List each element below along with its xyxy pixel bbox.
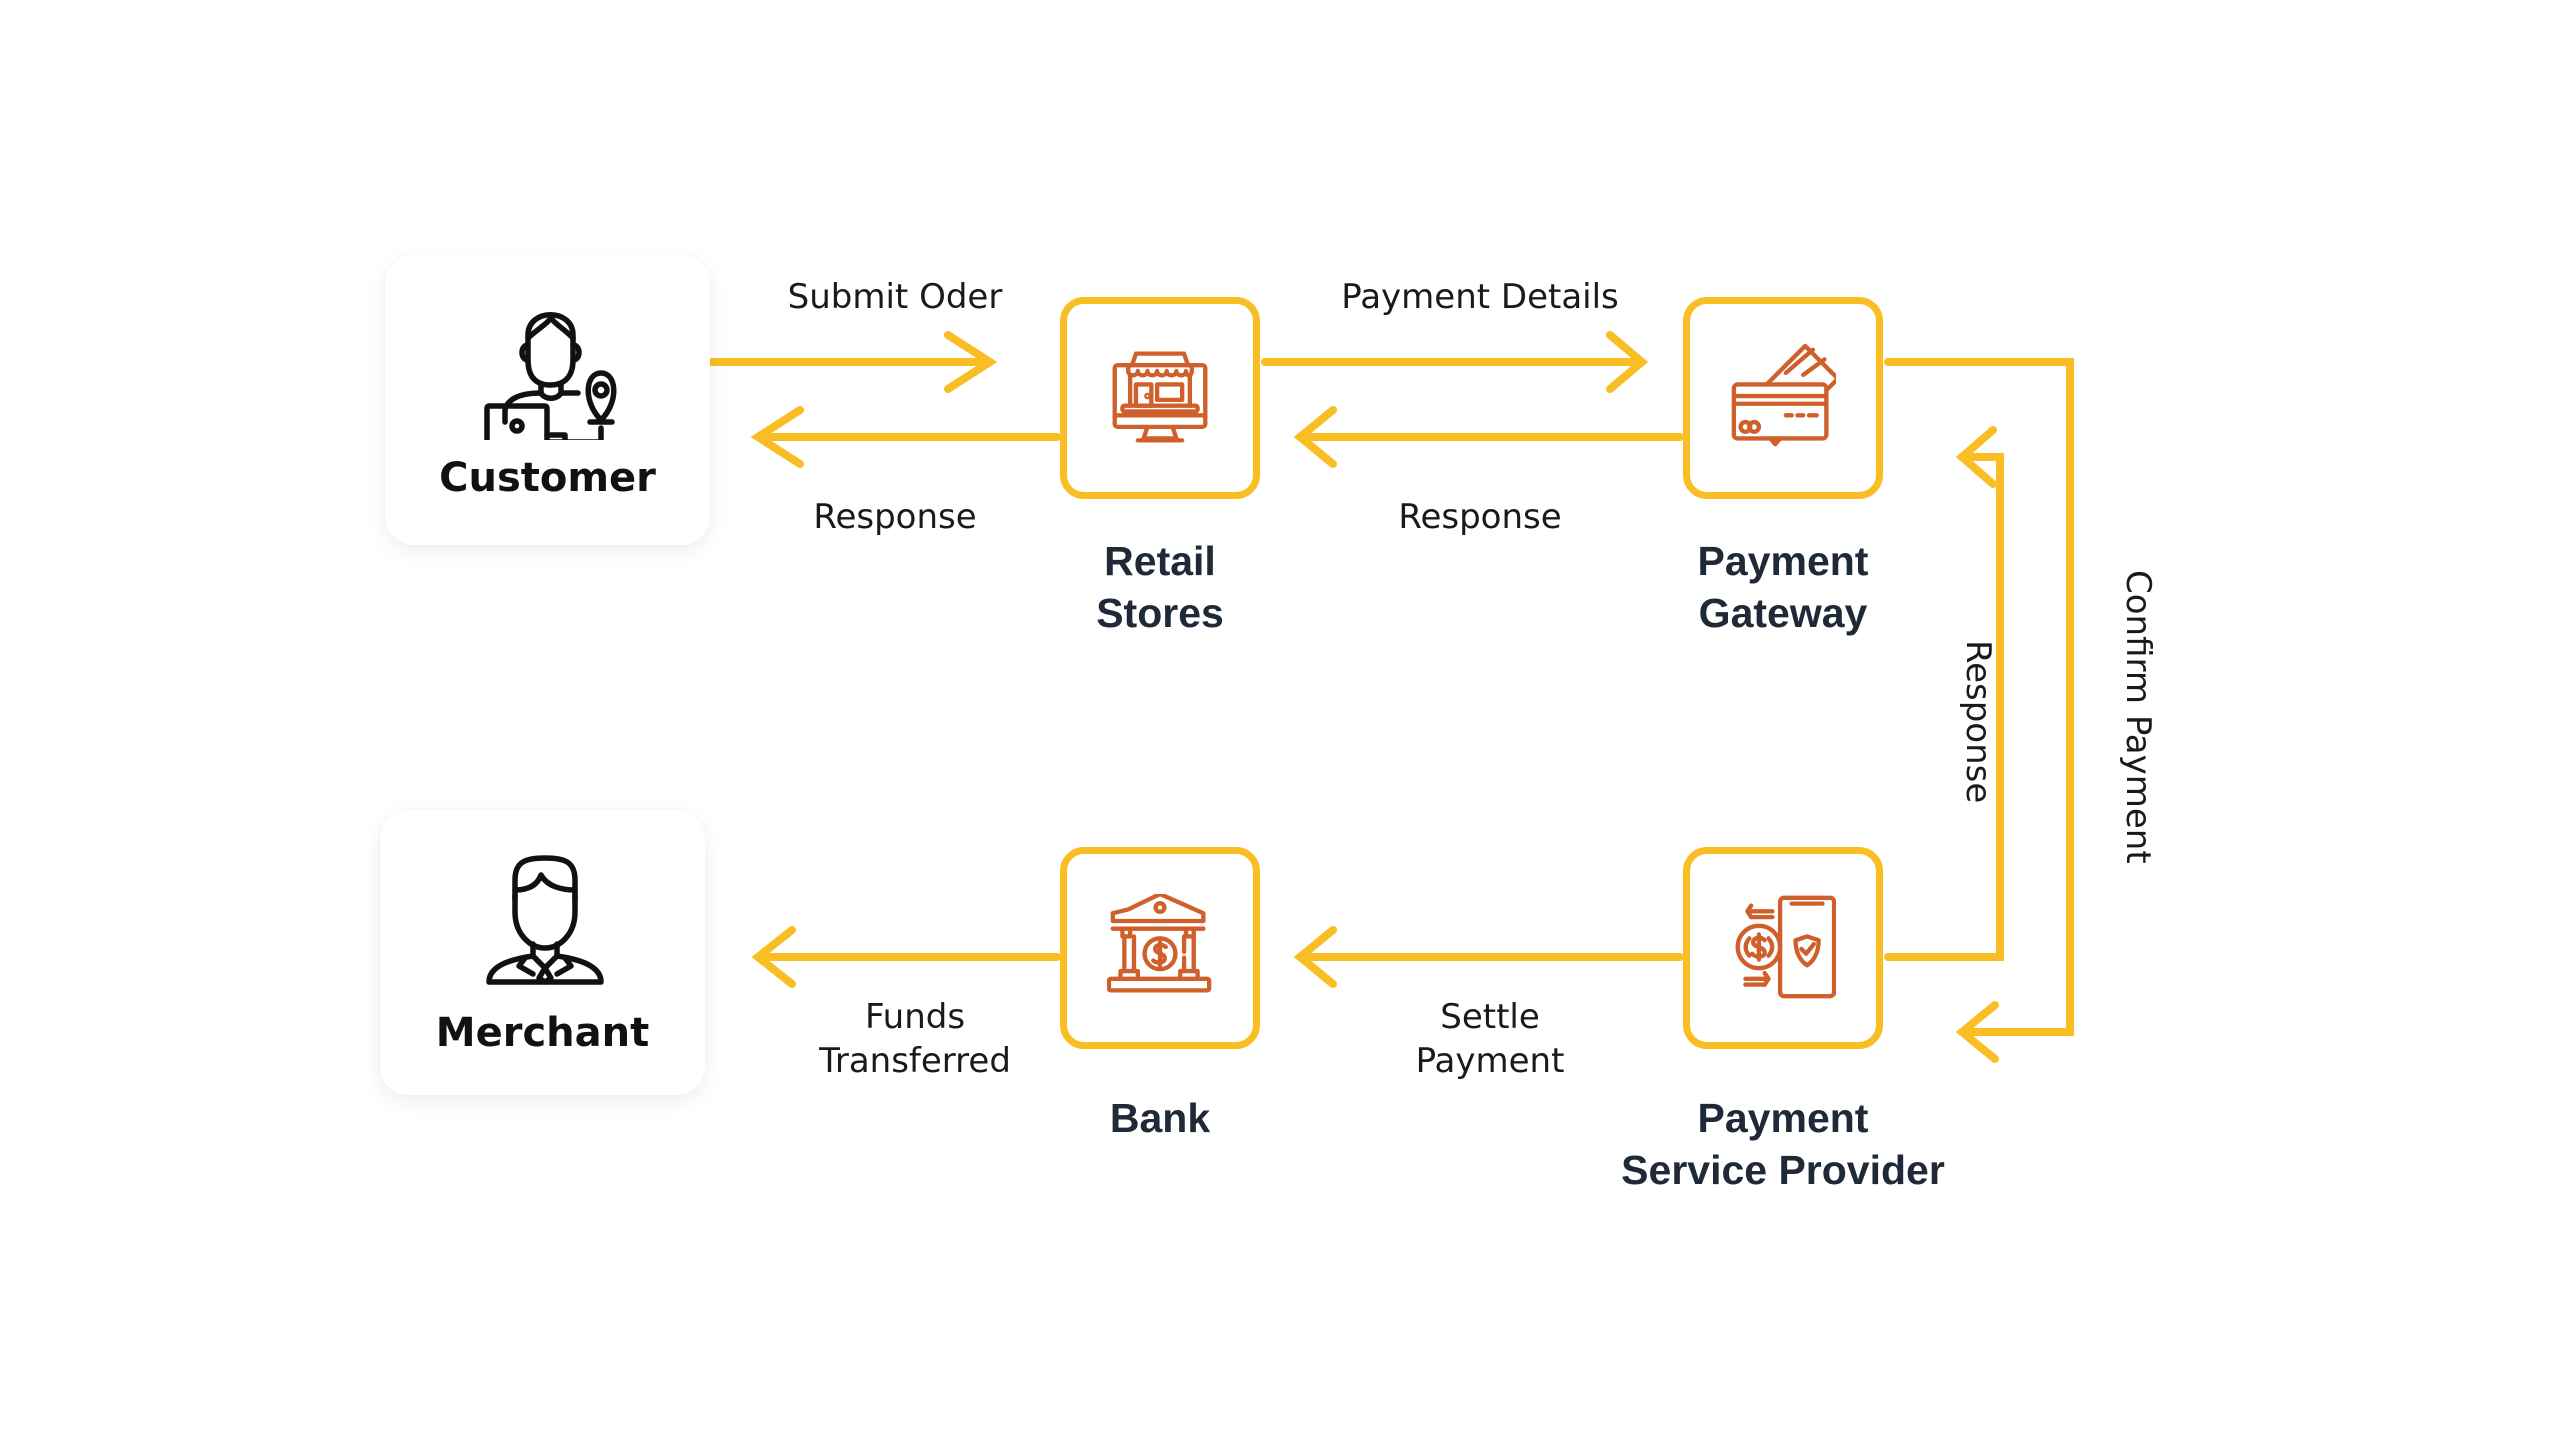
merchant-card: Merchant	[380, 810, 705, 1095]
connectors-layer	[708, 331, 2074, 1063]
customer-card: Customer	[385, 255, 710, 545]
edge-label-response-retail: Response	[813, 497, 977, 537]
payment-service-provider-node	[1683, 847, 1883, 1049]
edge-label-funds-transferred: Funds Transferred	[819, 997, 1011, 1081]
customer-laptop-location-icon	[484, 312, 617, 440]
edge-response-gateway-retail	[1293, 406, 1684, 468]
edge-response-retail-customer	[750, 406, 1061, 468]
edge-settle-payment	[1293, 926, 1684, 988]
credit-cards-icon	[1731, 344, 1836, 447]
online-store-monitor-icon	[1112, 351, 1208, 443]
merchant-label: Merchant	[435, 1010, 650, 1056]
bank-node	[1060, 847, 1260, 1049]
bank-dollar-icon	[1107, 894, 1212, 993]
edge-funds-transferred	[751, 926, 1061, 988]
businessman-icon	[486, 855, 604, 985]
retail-stores-label: Retail Stores	[1096, 538, 1224, 636]
payment-gateway-node	[1683, 297, 1883, 499]
payment-gateway-label: Payment Gateway	[1697, 538, 1869, 636]
payment-flow-diagram: Customer Merchant Retail Stores Payment …	[0, 0, 2560, 1440]
edge-label-settle-payment: Settle Payment	[1415, 997, 1565, 1081]
edge-label-payment-details: Payment Details	[1341, 277, 1619, 317]
bank-label: Bank	[1109, 1095, 1211, 1141]
edge-submit-order	[708, 331, 998, 393]
retail-stores-node	[1060, 297, 1260, 499]
customer-label: Customer	[439, 455, 656, 501]
mobile-payment-transfer-icon	[1735, 895, 1836, 999]
payment-service-provider-label: Payment Service Provider	[1621, 1095, 1945, 1193]
edge-label-submit-order: Submit Oder	[787, 277, 1003, 317]
edge-label-response-gateway: Response	[1398, 497, 1562, 537]
edge-label-response-psp: Response	[1958, 640, 1998, 804]
edge-payment-details	[1261, 331, 1649, 393]
edge-label-confirm-payment: Confirm Payment	[2118, 570, 2158, 864]
